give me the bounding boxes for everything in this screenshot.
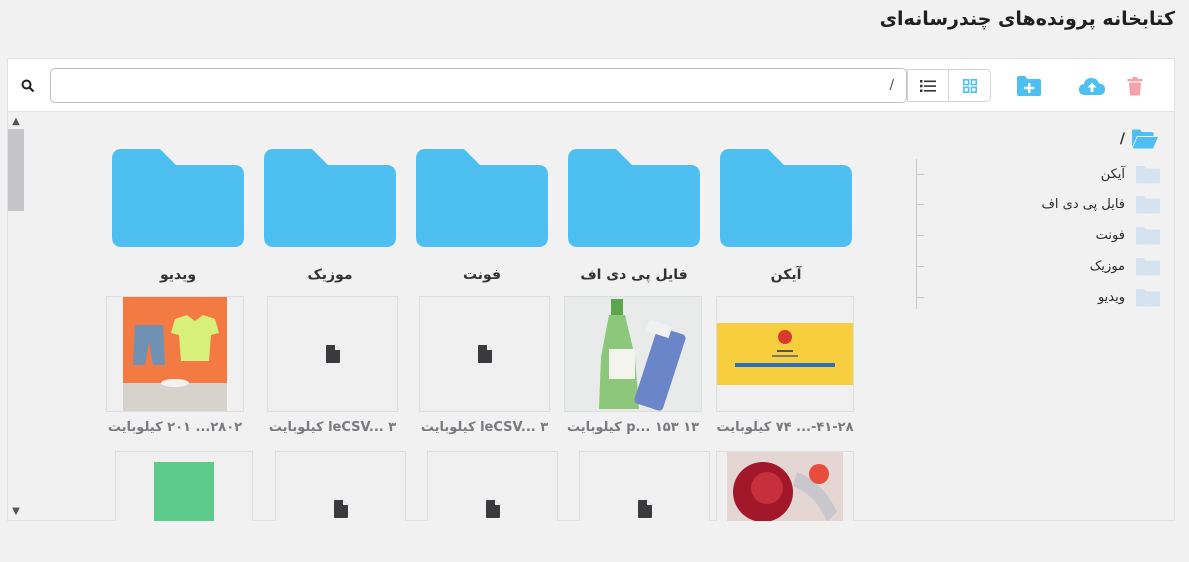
scroll-down-icon[interactable]: ▼ [11,507,21,517]
tree-item-label: آیکن [1100,167,1125,182]
file-thumbnail [427,451,558,521]
file-icon [637,500,652,518]
scrollbar[interactable]: ▲ ▼ [8,113,26,522]
folder-label: ویدیو [159,267,197,283]
delete-button[interactable] [1115,71,1155,101]
file-thumbnail [419,296,550,412]
upload-button[interactable] [1072,71,1112,101]
file-item[interactable] [579,451,710,521]
tree-item-label: موزیک [1089,259,1125,274]
list-view-button[interactable] [908,70,950,101]
scrollbar-thumb[interactable] [8,129,24,211]
folder-icon [264,149,396,247]
folder-icon [1136,258,1160,276]
tree-root-label: / [1119,131,1125,147]
tree-connector-tick [916,174,924,175]
file-thumbnail [115,451,253,521]
search-button[interactable] [12,71,44,101]
upload-icon [1079,78,1105,95]
folder-label: فونت [462,267,502,283]
file-name: leCSV... ۳ کیلوبایت [420,420,549,435]
file-name: ۲۸۰۲... ۲۰۱ کیلوبایت [107,420,243,435]
file-item[interactable]: ۱۳ p... ۱۵۳ کیلوبایت [564,296,702,435]
file-name: ۴۱-۲۸-... ۷۴ کیلوبایت [716,420,854,435]
folder-label: فایل پی دی اف [580,267,688,283]
tree-connector-tick [916,235,924,236]
file-item[interactable] [275,451,406,521]
tree-item-fonts[interactable]: فونت [1096,226,1161,245]
folder-label: آیکن [770,267,802,283]
scroll-up-icon[interactable]: ▲ [11,117,21,127]
file-thumbnail [564,296,702,412]
folder-icon [112,149,244,247]
folder-icon [416,149,548,247]
file-item[interactable]: ۲۸۰۲... ۲۰۱ کیلوبایت [106,296,244,435]
folder-fonts[interactable]: فونت [416,149,548,283]
page-title: کتابخانه پرونده‌های چندرسانه‌ای [879,8,1175,30]
folder-icon [568,149,700,247]
path-input[interactable] [50,68,907,103]
tree-item-icons[interactable]: آیکن [1101,165,1161,184]
rose-image [727,452,843,521]
tree-item-pdf-files[interactable]: فایل پی دی اف [1041,195,1161,214]
folder-music[interactable]: موزیک [264,149,396,283]
file-icon [325,345,340,363]
file-grid: آیکن فایل پی دی اف فونت موزیک ویدیو ۴۱-۲… [106,149,866,521]
grid-view-icon [962,78,977,93]
file-thumbnail [716,296,854,412]
folder-icon [720,149,852,247]
tree-root[interactable]: / [1120,129,1159,149]
folder-icon [1136,289,1160,307]
file-name: leCSV... ۳ کیلوبایت [268,420,397,435]
banner-image [717,297,853,411]
file-item[interactable]: leCSV... ۳ کیلوبایت [419,296,550,435]
file-thumbnail [267,296,398,412]
view-toggle-group [907,69,991,102]
file-item[interactable] [716,451,854,521]
folder-pdf-files[interactable]: فایل پی دی اف [568,149,700,283]
new-folder-button[interactable] [1009,71,1049,101]
file-item[interactable] [115,451,253,521]
file-thumbnail [579,451,710,521]
folder-label: موزیک [307,267,353,283]
file-icon [333,500,348,518]
tree-item-video[interactable]: ویدیو [1098,288,1161,307]
clothes-image [123,297,227,411]
search-icon [21,79,35,93]
file-item[interactable] [427,451,558,521]
grid-view-button[interactable] [949,70,990,101]
file-thumbnail [106,296,244,412]
file-icon [485,500,500,518]
tree-connector-tick [916,266,924,267]
tree-item-label: ویدیو [1097,290,1125,305]
tree-item-label: فایل پی دی اف [1041,197,1125,212]
file-thumbnail [716,451,854,521]
tree-connector [916,159,917,309]
file-icon [477,345,492,363]
toolbar [8,59,1174,112]
tree-item-music[interactable]: موزیک [1090,257,1161,276]
folder-icon [1136,166,1160,184]
list-view-icon [920,79,936,92]
tree-item-label: فونت [1095,228,1125,243]
tree-connector-tick [916,204,924,205]
cosmetics-image [565,297,701,411]
file-item[interactable]: leCSV... ۳ کیلوبایت [267,296,398,435]
file-item[interactable]: ۴۱-۲۸-... ۷۴ کیلوبایت [716,296,854,435]
folder-icon [1136,196,1160,214]
tree-connector-tick [916,297,924,298]
folder-icon [1136,227,1160,245]
folder-icons[interactable]: آیکن [720,149,852,283]
green-square-image [154,462,214,521]
trash-icon [1127,76,1143,95]
file-name: ۱۳ p... ۱۵۳ کیلوبایت [566,420,700,435]
folder-video[interactable]: ویدیو [112,149,244,283]
open-folder-icon [1132,129,1158,149]
new-folder-icon [1017,76,1041,96]
file-thumbnail [275,451,406,521]
media-library-panel: ▲ ▼ / آیکن فایل پی دی اف فونت [7,58,1175,521]
